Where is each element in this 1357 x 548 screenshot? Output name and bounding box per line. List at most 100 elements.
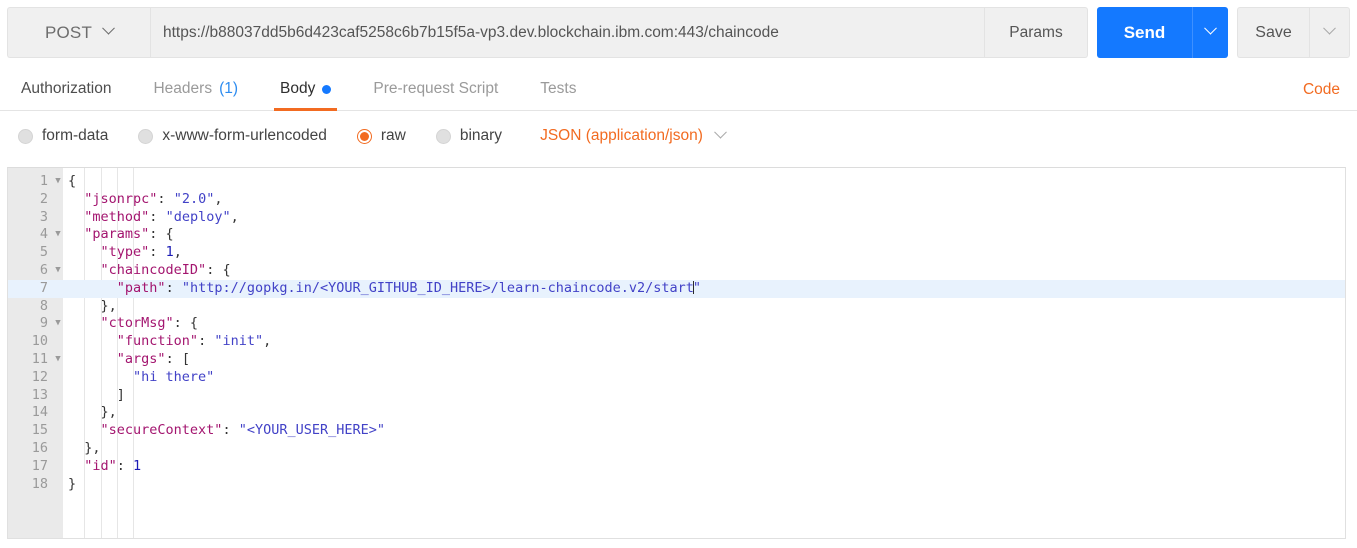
params-label: Params: [1009, 23, 1063, 41]
code-fold-toggle-icon[interactable]: ▼: [53, 173, 63, 191]
editor-line[interactable]: 11 ▼ "args": [: [8, 351, 1345, 369]
line-number: 10: [31, 333, 48, 350]
body-type-radio-raw[interactable]: raw: [356, 127, 406, 145]
chevron-down-icon: [1323, 21, 1336, 35]
editor-line[interactable]: 18}: [8, 476, 1345, 494]
editor-line-code: },: [84, 439, 101, 456]
tab-tests[interactable]: Tests: [526, 68, 590, 110]
line-number: 9: [39, 315, 48, 332]
line-number: 7: [39, 279, 48, 296]
line-number: 13: [31, 386, 48, 403]
radio-unchecked-icon[interactable]: [435, 128, 451, 144]
editor-line-code: "ctorMsg": {: [100, 315, 199, 332]
editor-line[interactable]: 13 ]: [8, 387, 1345, 405]
editor-line[interactable]: 16 },: [8, 440, 1345, 458]
line-number: 8: [39, 297, 48, 314]
line-number: 17: [31, 457, 48, 474]
editor-line[interactable]: 8 },: [8, 298, 1345, 316]
radio-checked-icon[interactable]: [356, 128, 372, 144]
line-number: 14: [31, 404, 48, 421]
editor-line[interactable]: 2 "jsonrpc": "2.0",: [8, 191, 1345, 209]
editor-line-code: "path": "http://gopkg.in/<YOUR_GITHUB_ID…: [116, 279, 702, 296]
editor-line[interactable]: 5 "type": 1,: [8, 244, 1345, 262]
tab-body[interactable]: Body: [266, 68, 345, 111]
send-button[interactable]: Send: [1097, 7, 1192, 58]
editor-line-code: "chaincodeID": {: [100, 261, 231, 278]
send-label: Send: [1123, 22, 1166, 42]
editor-line-code: }: [68, 475, 77, 492]
line-number: 16: [31, 439, 48, 456]
body-type-label: raw: [380, 127, 406, 144]
save-label: Save: [1255, 23, 1292, 41]
editor-line-code: "id": 1: [84, 457, 142, 474]
request-body-editor[interactable]: 1 ▼{2 "jsonrpc": "2.0", 3 "method": "deplo…: [7, 167, 1346, 539]
chevron-down-icon: [1204, 21, 1217, 35]
editor-line[interactable]: 12 "hi there": [8, 369, 1345, 387]
body-type-radio-form-data[interactable]: form-data: [18, 127, 108, 145]
editor-line[interactable]: 17 "id": 1: [8, 458, 1345, 476]
editor-line-code: "secureContext": "<YOUR_USER_HERE>": [100, 422, 386, 439]
body-type-radio-x-www-form-urlencoded[interactable]: x-www-form-urlencoded: [138, 127, 327, 145]
line-number: 2: [39, 190, 48, 207]
line-number: 18: [31, 475, 48, 492]
editor-line[interactable]: 14 },: [8, 404, 1345, 422]
editor-line[interactable]: 3 "method": "deploy",: [8, 209, 1345, 227]
request-url-text: https://b88037dd5b6d423caf5258c6b7b15f5a…: [163, 23, 779, 41]
editor-line-code: ]: [116, 386, 125, 403]
tab-headers[interactable]: Headers (1): [139, 68, 252, 110]
radio-unchecked-icon[interactable]: [138, 128, 154, 144]
tab-pre-request-script[interactable]: Pre-request Script: [359, 68, 512, 110]
editor-line[interactable]: 15 "secureContext": "<YOUR_USER_HERE>": [8, 422, 1345, 440]
tab-label: Tests: [540, 80, 577, 97]
editor-line-code: },: [100, 404, 117, 421]
editor-line[interactable]: 4 ▼ "params": {: [8, 226, 1345, 244]
params-button[interactable]: Params: [985, 7, 1088, 58]
code-fold-toggle-icon[interactable]: ▼: [53, 262, 63, 280]
line-number: 6: [39, 261, 48, 278]
save-button-group: Save: [1237, 7, 1350, 58]
line-number: 3: [39, 208, 48, 225]
body-type-label: binary: [459, 127, 503, 144]
editor-line[interactable]: 10 "function": "init",: [8, 333, 1345, 351]
editor-line-code: "method": "deploy",: [84, 208, 239, 225]
editor-line-code: "hi there": [133, 368, 215, 385]
line-number: 1: [39, 173, 48, 189]
editor-line-code: "jsonrpc": "2.0",: [84, 190, 223, 207]
editor-line-code: "params": {: [84, 226, 174, 243]
editor-line-code: "args": [: [116, 350, 190, 367]
code-link[interactable]: Code: [1303, 68, 1340, 111]
chevron-down-icon: [102, 21, 115, 35]
line-number: 4: [39, 226, 48, 243]
save-button[interactable]: Save: [1237, 7, 1309, 58]
body-type-label: form-data: [42, 127, 109, 144]
save-options-button[interactable]: [1309, 7, 1350, 58]
http-method-select[interactable]: POST: [7, 7, 150, 58]
radio-unchecked-icon[interactable]: [18, 128, 33, 144]
code-fold-toggle-icon[interactable]: ▼: [53, 226, 63, 244]
chevron-down-icon: [714, 125, 727, 139]
editor-line-code: "function": "init",: [116, 333, 272, 350]
request-url-row: POST https://b88037dd5b6d423caf5258c6b7b…: [7, 7, 1350, 58]
editor-line[interactable]: 6 ▼ "chaincodeID": {: [8, 262, 1345, 280]
editor-line[interactable]: 1 ▼ {: [8, 173, 1345, 191]
editor-line-code: "type": 1,: [100, 244, 182, 261]
http-method-label: POST: [44, 22, 93, 42]
tab-count-badge: (1): [219, 80, 239, 97]
editor-line[interactable]: 7 "path": "http://gopkg.in/<YOUR_GITHUB_…: [8, 279, 1345, 298]
tab-label: Body: [280, 80, 316, 97]
tab-label: Pre-request Script: [373, 80, 499, 97]
line-number: 12: [31, 368, 48, 385]
code-fold-toggle-icon[interactable]: ▼: [53, 315, 63, 333]
request-url-input[interactable]: https://b88037dd5b6d423caf5258c6b7b15f5a…: [150, 7, 985, 58]
send-options-button[interactable]: [1192, 7, 1228, 58]
editor-lines: 1 ▼{2 "jsonrpc": "2.0", 3 "method": "deplo…: [8, 173, 1345, 493]
tab-label: Headers: [153, 80, 213, 97]
body-type-row: form-data x-www-form-urlencoded raw binary …: [0, 111, 1357, 161]
tab-authorization[interactable]: Authorization: [7, 68, 125, 110]
content-type-select[interactable]: JSON (application/json): [540, 125, 727, 145]
send-button-group: Send: [1097, 7, 1228, 58]
request-tabs: Authorization Headers (1) Body Pre-request S…: [0, 68, 1357, 111]
editor-line[interactable]: 9 ▼ "ctorMsg": {: [8, 315, 1345, 333]
code-fold-toggle-icon[interactable]: ▼: [53, 351, 63, 369]
body-type-radio-binary[interactable]: binary: [435, 127, 503, 145]
